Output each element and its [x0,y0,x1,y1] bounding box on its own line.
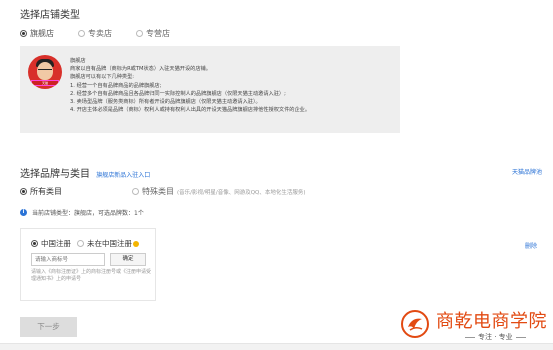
new-brand-entry-link[interactable]: 旗舰店新品入驻入口 [96,172,150,179]
radio-label: 未在中国注册 [87,239,132,248]
special-categories-hint: (音乐/影视/明星/音像、网游及QQ、本地化生活服务) [177,189,306,196]
radio-label: 旗舰店 [30,29,54,38]
store-type-radio-group: 旗舰店 专卖店 专营店 [20,28,194,39]
radio-label: 专卖店 [88,29,112,38]
delete-link[interactable]: 删除 [525,241,537,250]
help-icon[interactable] [133,240,139,247]
description-line: 1. 经营一个自有品牌商品的品牌旗舰店; [70,82,162,89]
store-type-title: 选择店铺类型 [20,10,80,21]
store-type-notice: i 当前店铺类型：旗舰店，可选品牌数：1个 [20,208,144,217]
watermark-name: 商乾电商学院 [436,311,547,332]
radio-dot [132,188,139,195]
radio-label: 所有类目 [30,187,62,196]
store-type-description: 旗舰店 商家以自有品牌（商标为R或TM状态）入驻天猫开设的店铺。 旗舰店可以有以… [70,57,310,114]
radio-dot-selected [20,30,27,37]
avatar-plate-text: 天猫 [41,81,48,85]
radio-dot [77,240,84,247]
description-line: 旗舰店 [70,58,86,64]
radio-registered-in-china[interactable]: 中国注册 [31,238,71,249]
info-icon: i [20,209,27,216]
radio-label: 特殊类目 [142,187,174,196]
notice-text: 当前店铺类型：旗舰店，可选品牌数：1个 [32,210,144,217]
radio-all-categories[interactable]: 所有类目 [20,186,62,197]
avatar: 天猫 [28,55,62,89]
watermark-logo-icon [401,310,429,338]
brand-pool-link[interactable]: 天猫品牌池 [512,167,542,176]
radio-flagship[interactable]: 旗舰店 [20,28,54,39]
brand-title: 选择品牌与类目 [20,169,90,180]
brand-registration-card: 中国注册 未在中国注册 确定 请输入《商标注册证》上的商标注册号或《注册申请受理… [20,228,156,301]
radio-dot [78,30,85,37]
radio-label: 专营店 [146,29,170,38]
bottom-scrollbar[interactable] [0,343,553,350]
radio-dot-selected [20,188,27,195]
registration-radio-group: 中国注册 未在中国注册 [31,238,139,249]
description-line: 旗舰店可以有以下几种类型: [70,74,134,81]
description-line: 3. 卖场型品牌（服务类商标）所有者开设的品牌旗舰店（仅限天猫主动邀请入驻）。 [70,99,261,106]
next-step-button[interactable]: 下一步 [20,317,77,337]
radio-dot [136,30,143,37]
store-type-description-panel: 天猫 旗舰店 商家以自有品牌（商标为R或TM状态）入驻天猫开设的店铺。 旗舰店可… [20,46,400,133]
trademark-help-text: 请输入《商标注册证》上的商标注册号或《注册申请受理通知书》上的申请号 [31,269,152,282]
confirm-button[interactable]: 确定 [110,253,146,266]
category-radio-group: 所有类目 特殊类目 (音乐/影视/明星/音像、网游及QQ、本地化生活服务) [20,186,330,197]
radio-specialty[interactable]: 专卖店 [78,28,112,39]
description-line: 商家以自有品牌（商标为R或TM状态）入驻天猫开设的店铺。 [70,66,211,73]
watermark-slogan: 专注 · 专业 [462,332,529,342]
description-line: 2. 经营多个自有品牌商品且各品牌归同一实际控制人的品牌旗舰店（仅限天猫主动邀请… [70,90,286,97]
trademark-number-input[interactable] [31,253,105,266]
radio-label: 中国注册 [41,239,71,248]
brand-section-title: 选择品牌与类目 旗舰店新品入驻入口 [20,165,150,180]
radio-special-categories[interactable]: 特殊类目 (音乐/影视/明星/音像、网游及QQ、本地化生活服务) [132,186,306,197]
radio-not-registered-in-china[interactable]: 未在中国注册 [77,238,139,249]
radio-dot-selected [31,240,38,247]
description-line: 4. 开店主体必须是品牌（商标）权利人或持有权利人出具的开设天猫品牌旗舰店排他性… [70,107,311,114]
radio-franchise[interactable]: 专营店 [136,28,170,39]
